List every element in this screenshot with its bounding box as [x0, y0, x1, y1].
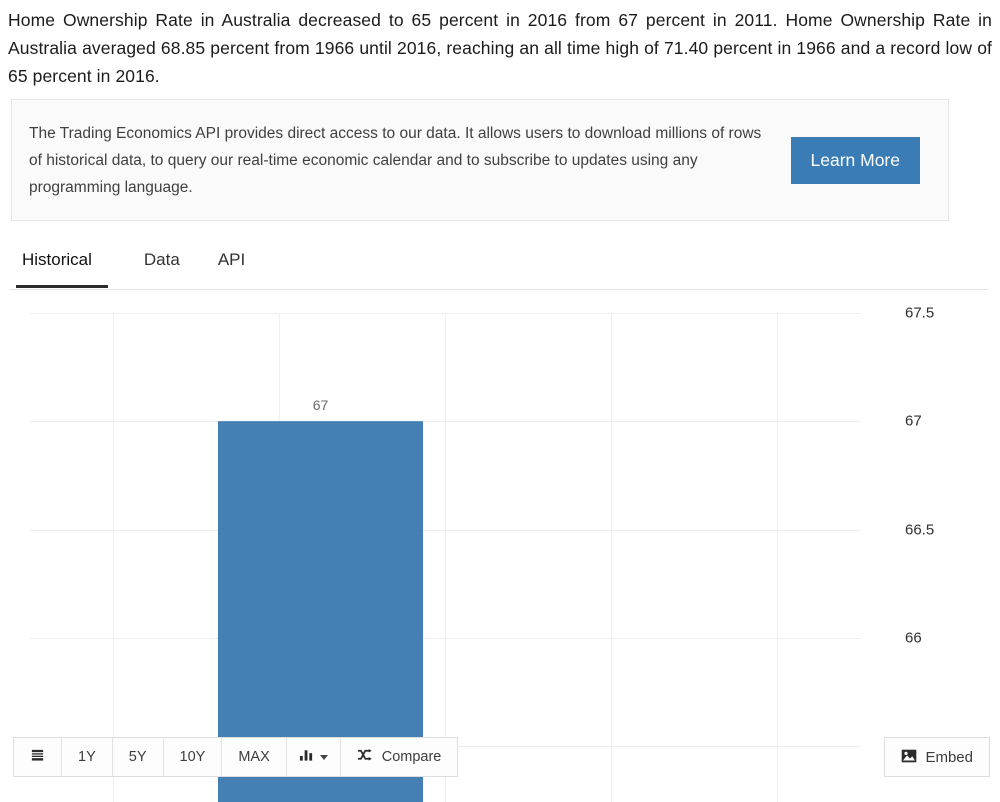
tab-data[interactable]: Data — [142, 246, 182, 288]
list-icon — [30, 748, 45, 767]
image-icon — [901, 749, 917, 766]
y-axis-tick-label: 66 — [905, 629, 922, 647]
tab-bar: Historical Data API — [10, 246, 988, 290]
tab-api[interactable]: API — [216, 246, 247, 288]
y-axis-tick-label: 67 — [905, 412, 922, 430]
chart-plot-area[interactable]: 67.56766.56665.56564.5200720102013201620… — [30, 305, 934, 802]
compare-label: Compare — [381, 749, 442, 765]
gridline-vertical — [445, 313, 446, 802]
chart-type-dropdown[interactable] — [286, 738, 341, 776]
tab-historical[interactable]: Historical — [16, 246, 108, 288]
page-root: Home Ownership Rate in Australia decreas… — [0, 0, 1000, 802]
api-promo-text: The Trading Economics API provides direc… — [29, 124, 762, 196]
range-5y-button[interactable]: 5Y — [112, 738, 164, 776]
y-axis-tick-label: 66.5 — [905, 521, 935, 539]
api-promo-panel: The Trading Economics API provides direc… — [11, 99, 949, 221]
compare-button[interactable]: Compare — [340, 738, 458, 776]
gridline-vertical — [777, 313, 778, 802]
bar-value-label: 67 — [312, 397, 329, 414]
bar-chart-icon — [299, 748, 314, 766]
summary-paragraph: Home Ownership Rate in Australia decreas… — [8, 10, 992, 86]
gridline-vertical — [611, 313, 612, 802]
embed-button[interactable]: Embed — [884, 737, 990, 777]
range-max-button[interactable]: MAX — [222, 738, 287, 776]
chart-container[interactable]: 67.56766.56665.56564.5200720102013201620… — [0, 295, 1000, 802]
chevron-down-icon — [319, 754, 328, 760]
range-10y-button[interactable]: 10Y — [163, 738, 223, 776]
list-view-button[interactable] — [14, 738, 62, 776]
y-axis-tick-label: 67.5 — [905, 304, 935, 322]
chart-toolbar: 1Y 5Y 10Y MAX Compare — [13, 737, 459, 777]
shuffle-icon — [357, 748, 374, 766]
range-1y-button[interactable]: 1Y — [62, 738, 113, 776]
embed-label: Embed — [925, 748, 973, 766]
gridline-vertical — [113, 313, 114, 802]
learn-more-button[interactable]: Learn More — [790, 136, 920, 184]
